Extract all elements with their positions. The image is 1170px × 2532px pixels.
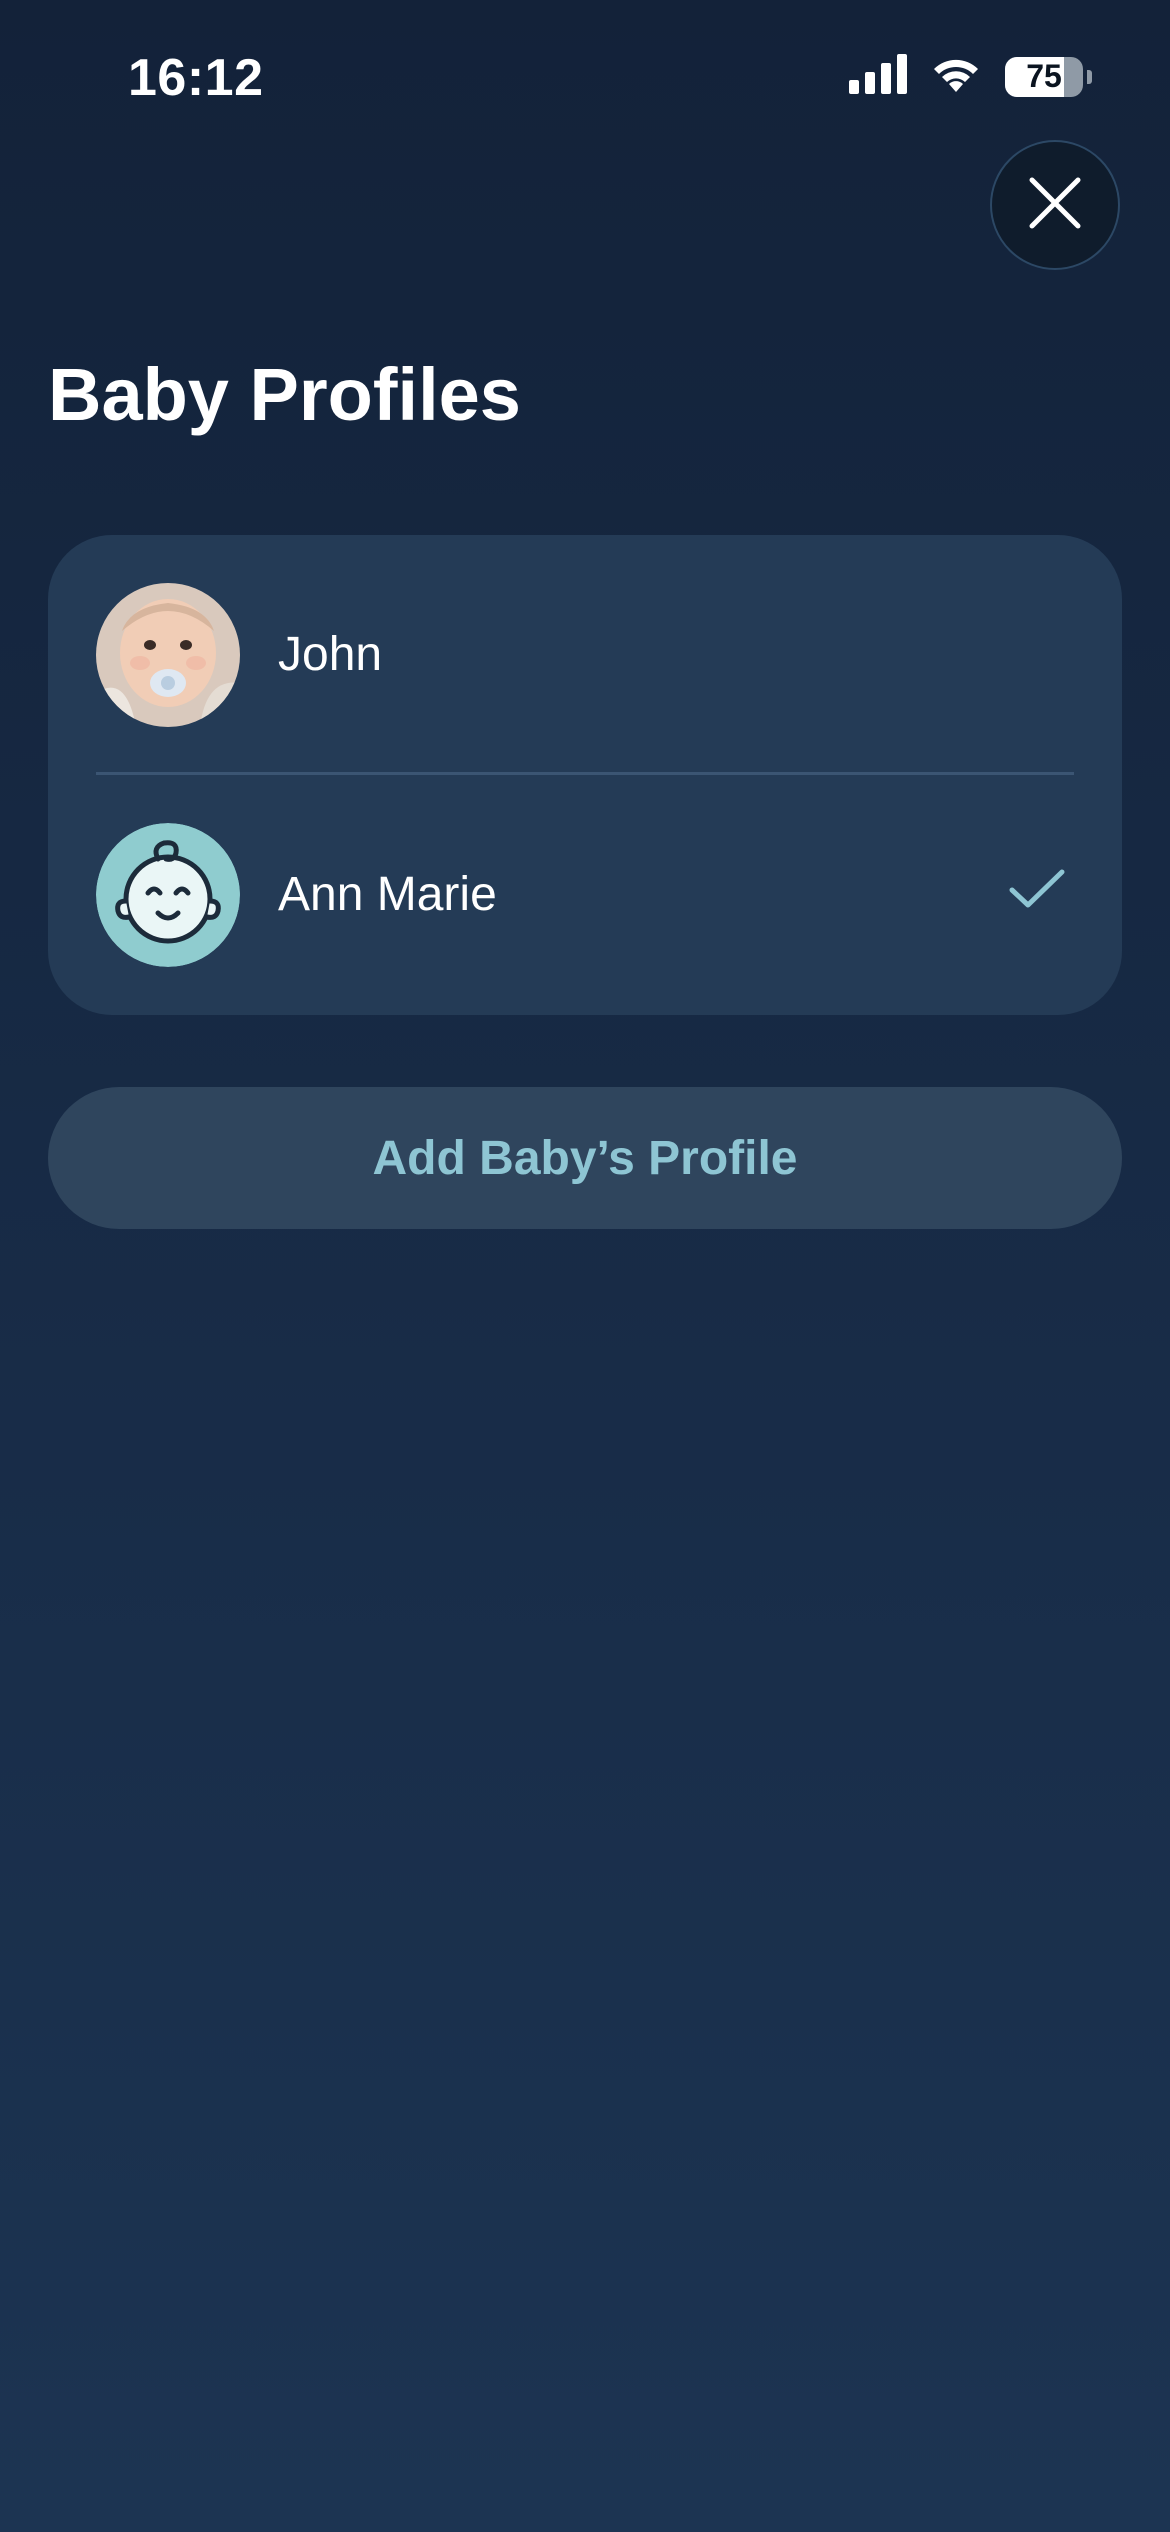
baby-face-icon	[96, 823, 240, 967]
profile-row-ann-marie[interactable]: Ann Marie	[48, 775, 1122, 1015]
checkmark-icon	[1008, 868, 1066, 915]
battery-icon: 75	[1005, 56, 1083, 97]
page-title: Baby Profiles	[48, 353, 521, 436]
battery-percentage: 75	[1026, 58, 1062, 94]
close-icon	[1028, 176, 1082, 235]
cellular-signal-icon	[849, 54, 907, 99]
status-bar: 16:12 75	[0, 0, 1170, 150]
status-icons: 75	[849, 54, 1092, 99]
baby-photo-avatar	[96, 583, 240, 727]
add-baby-profile-button[interactable]: Add Baby’s Profile	[48, 1087, 1122, 1229]
wifi-icon	[929, 54, 983, 99]
profile-name: Ann Marie	[278, 868, 497, 921]
battery-terminal	[1087, 69, 1092, 84]
status-time: 16:12	[128, 49, 264, 107]
add-baby-profile-label: Add Baby’s Profile	[372, 1131, 798, 1185]
profile-name: John	[278, 628, 383, 681]
profile-row-john[interactable]: John	[48, 535, 1122, 775]
profile-list: John Ann Marie	[48, 535, 1122, 1015]
close-button[interactable]	[990, 140, 1120, 270]
